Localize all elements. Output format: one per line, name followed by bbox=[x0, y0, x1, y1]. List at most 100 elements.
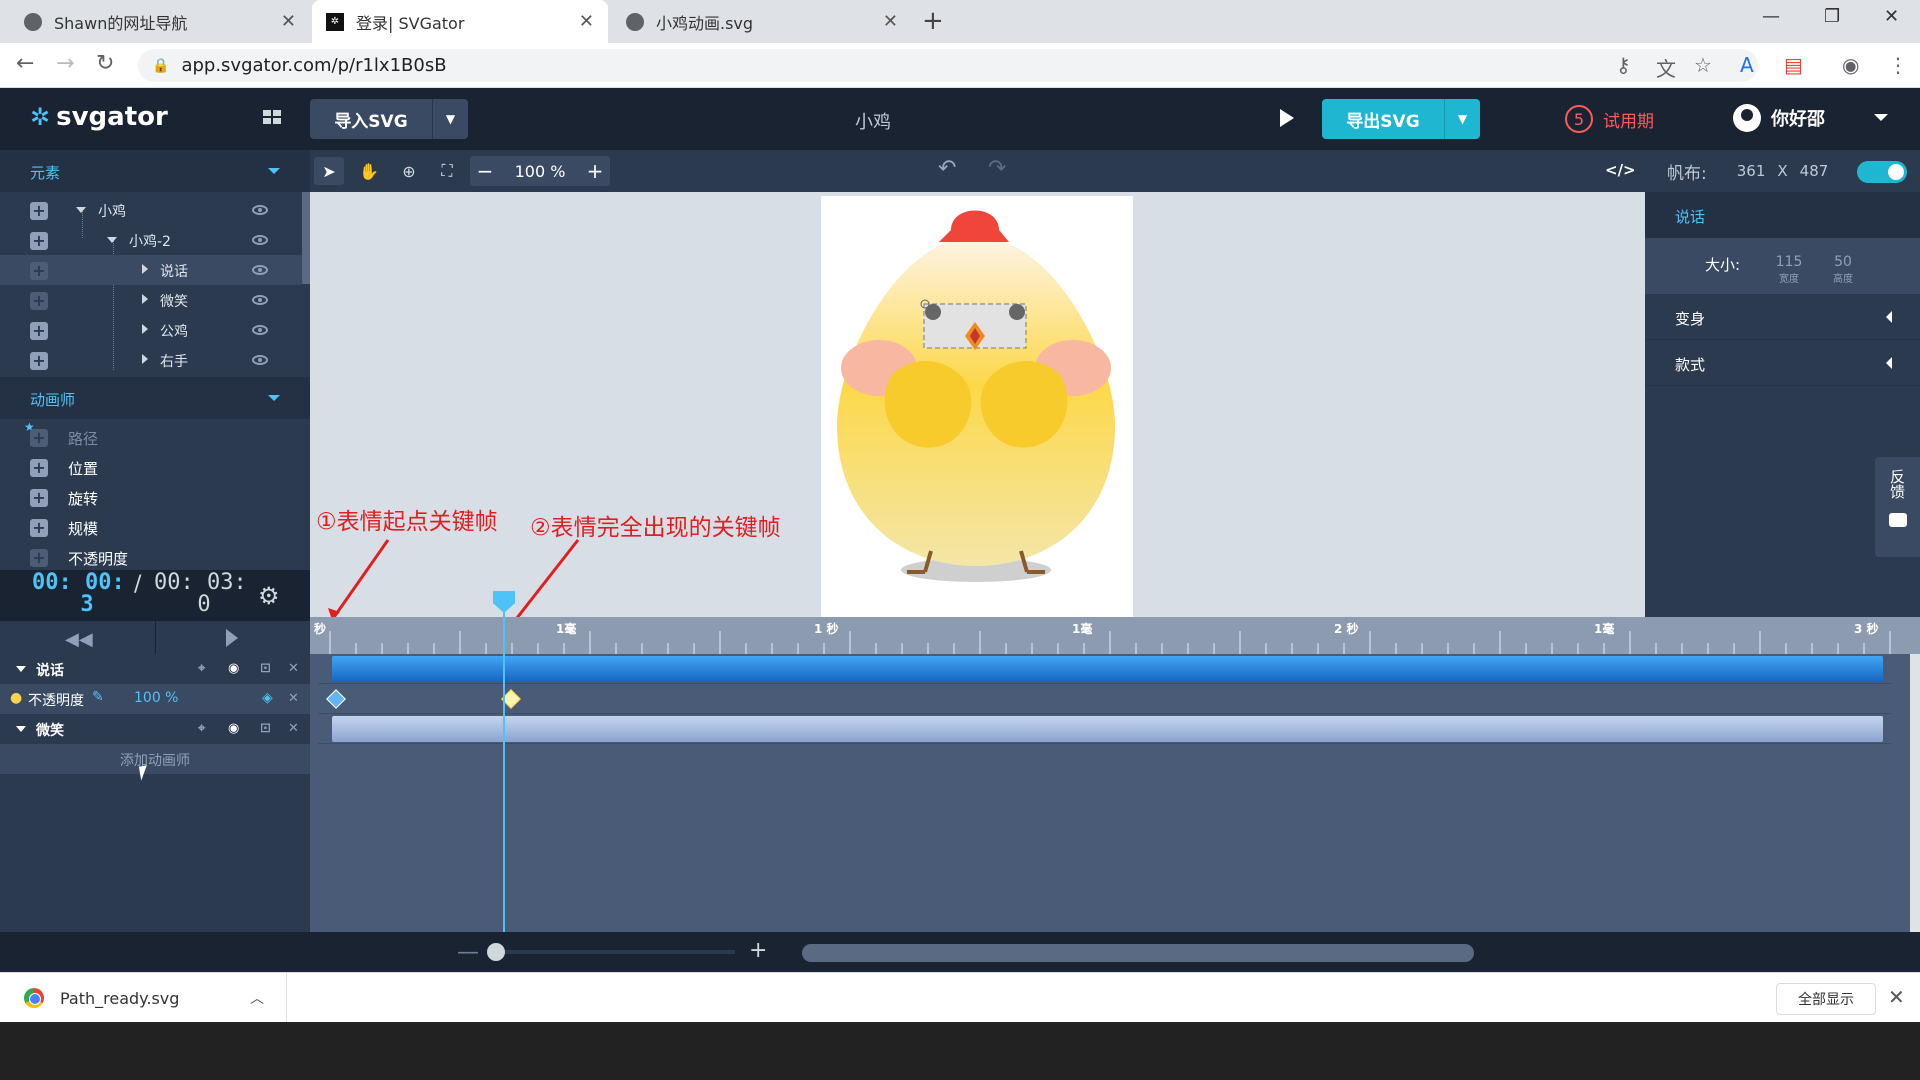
project-title[interactable]: 小鸡 bbox=[855, 108, 891, 134]
animator-opacity[interactable]: + 不透明度 bbox=[0, 542, 310, 572]
reload-icon[interactable]: ↻ bbox=[96, 51, 114, 76]
export-svg-button[interactable]: 导出SVG ▼ bbox=[1322, 99, 1480, 139]
browser-tab-svgator[interactable]: ✲ 登录| SVGator ✕ bbox=[312, 0, 608, 43]
chevron-up-icon[interactable]: ︿ bbox=[250, 988, 264, 1008]
add-animator-button[interactable]: 添加动画师 bbox=[0, 744, 310, 774]
timeline-vertical-scrollbar[interactable] bbox=[1910, 654, 1920, 932]
lock-icon[interactable]: ⊡ bbox=[260, 721, 271, 736]
zoom-out-button[interactable]: − bbox=[470, 159, 500, 183]
timeline-zoom-out-icon[interactable]: — bbox=[457, 940, 479, 965]
add-icon[interactable]: + bbox=[30, 489, 48, 507]
timeline-opacity-row[interactable]: ● 不透明度 ✎ 100 % ◈ ✕ bbox=[0, 684, 310, 714]
gear-icon[interactable]: ⚙ bbox=[258, 582, 280, 610]
canvas-area[interactable]: ①表情起点关键帧 ②表情完全出现的关键帧 bbox=[310, 192, 1645, 632]
add-icon[interactable]: + bbox=[30, 232, 48, 250]
zoom-tool-icon[interactable]: ⊕ bbox=[394, 157, 424, 185]
right-wing[interactable] bbox=[980, 361, 1068, 448]
eye-icon[interactable]: ◉ bbox=[228, 721, 239, 736]
transform-section[interactable]: 变身 bbox=[1645, 294, 1920, 340]
redo-icon[interactable]: ↷ bbox=[988, 156, 1006, 181]
eye-icon[interactable] bbox=[252, 295, 268, 305]
caret-right-icon[interactable] bbox=[142, 324, 148, 334]
caret-right-icon[interactable] bbox=[142, 294, 148, 304]
browser-tab-navigation[interactable]: Shawn的网址导航 ✕ bbox=[10, 0, 310, 43]
profile-icon[interactable]: ◉ bbox=[1842, 53, 1859, 77]
hand-tool-icon[interactable]: ✋ bbox=[354, 157, 384, 185]
playhead-line[interactable] bbox=[503, 591, 505, 932]
chevron-left-icon[interactable] bbox=[1886, 357, 1892, 369]
chevron-down-icon[interactable] bbox=[1874, 114, 1888, 121]
back-icon[interactable]: ← bbox=[16, 51, 34, 76]
track-bar[interactable] bbox=[332, 716, 1883, 742]
menu-icon[interactable]: ⋮ bbox=[1888, 53, 1908, 77]
select-tool-icon[interactable]: ➤ bbox=[314, 157, 344, 185]
timeline-zoom-in-icon[interactable]: + bbox=[749, 938, 767, 963]
canvas-height[interactable]: 487 bbox=[1800, 162, 1829, 180]
add-icon[interactable]: + bbox=[30, 519, 48, 537]
fit-screen-icon[interactable]: ⛶ bbox=[432, 157, 462, 185]
element-row-weixiao[interactable]: + 微笑 bbox=[0, 285, 302, 315]
timeline-layer-weixiao[interactable]: 微笑 ⌖ ◉ ⊡ ✕ bbox=[0, 714, 310, 744]
element-row-xiaoji[interactable]: + 小鸡 bbox=[0, 195, 302, 225]
animator-path[interactable]: + 路径 bbox=[0, 422, 310, 452]
eye-icon[interactable] bbox=[252, 325, 268, 335]
style-section[interactable]: 款式 bbox=[1645, 340, 1920, 386]
download-item[interactable]: Path_ready.svg ︿ bbox=[0, 973, 287, 1023]
maximize-icon[interactable]: ❐ bbox=[1824, 6, 1840, 27]
svgator-logo[interactable]: ✲ svgator bbox=[30, 102, 168, 132]
size-width-field[interactable]: 115 宽度 bbox=[1769, 254, 1809, 285]
chick-body[interactable] bbox=[837, 236, 1115, 566]
timeline-horizontal-scrollbar[interactable] bbox=[802, 944, 1474, 962]
close-icon[interactable]: ✕ bbox=[1888, 985, 1905, 1009]
translate-icon[interactable]: 文 bbox=[1656, 53, 1676, 82]
caret-down-icon[interactable] bbox=[107, 237, 117, 243]
dashboard-grid-icon[interactable] bbox=[263, 110, 281, 124]
caret-right-icon[interactable] bbox=[142, 354, 148, 364]
user-menu[interactable]: 你好邵 bbox=[1733, 104, 1825, 132]
chevron-down-icon[interactable]: ▼ bbox=[1444, 99, 1480, 139]
current-time[interactable]: 00: 00: 3 bbox=[32, 572, 142, 616]
elements-section-header[interactable]: 元素 bbox=[0, 150, 310, 192]
target-icon[interactable]: ⌖ bbox=[198, 721, 205, 736]
new-tab-icon[interactable]: + bbox=[922, 6, 944, 36]
feedback-button[interactable]: 反馈 bbox=[1875, 457, 1920, 557]
timeline-tracks[interactable] bbox=[310, 654, 1910, 932]
add-icon[interactable]: + bbox=[30, 292, 48, 310]
caret-down-icon[interactable] bbox=[16, 666, 26, 672]
chevron-down-icon[interactable] bbox=[268, 168, 280, 174]
element-row-youshou[interactable]: + 右手 bbox=[0, 345, 302, 375]
add-keyframe-icon[interactable]: ◈ bbox=[262, 690, 273, 706]
canvas-toggle[interactable] bbox=[1857, 161, 1907, 183]
opacity-value[interactable]: 100 % bbox=[134, 690, 178, 706]
close-icon[interactable]: ✕ bbox=[579, 11, 594, 32]
artboard[interactable] bbox=[821, 196, 1133, 617]
close-icon[interactable]: ✕ bbox=[288, 721, 299, 736]
total-time[interactable]: 00: 03: 0 bbox=[154, 572, 254, 616]
rewind-icon[interactable]: ◀◀ bbox=[65, 629, 93, 650]
play-icon[interactable] bbox=[226, 629, 238, 647]
lock-icon[interactable]: ⊡ bbox=[260, 661, 271, 676]
chick-illustration[interactable] bbox=[821, 196, 1133, 617]
track-bar[interactable] bbox=[332, 656, 1883, 682]
extension-pdf-icon[interactable]: ▤ bbox=[1784, 53, 1803, 77]
pencil-icon[interactable]: ✎ bbox=[92, 689, 104, 705]
element-row-xiaoji-2[interactable]: + 小鸡-2 bbox=[0, 225, 302, 255]
trial-badge[interactable]: 5 试用期 bbox=[1565, 105, 1654, 133]
eye-icon[interactable] bbox=[252, 205, 268, 215]
import-svg-button[interactable]: 导入SVG ▼ bbox=[310, 99, 468, 139]
element-row-shuohua[interactable]: + 说话 bbox=[0, 255, 302, 285]
show-all-button[interactable]: 全部显示 bbox=[1776, 983, 1876, 1015]
close-icon[interactable]: ✕ bbox=[288, 661, 299, 676]
add-icon[interactable]: + bbox=[30, 429, 48, 447]
caret-right-icon[interactable] bbox=[142, 264, 148, 274]
eye-icon[interactable] bbox=[252, 265, 268, 275]
size-height-field[interactable]: 50 高度 bbox=[1823, 254, 1863, 285]
add-icon[interactable]: + bbox=[30, 352, 48, 370]
zoom-value[interactable]: 100 % bbox=[500, 162, 580, 181]
animators-section-header[interactable]: 动画师 bbox=[0, 377, 310, 419]
add-icon[interactable]: + bbox=[30, 459, 48, 477]
add-icon[interactable]: + bbox=[30, 202, 48, 220]
add-icon[interactable]: + bbox=[30, 262, 48, 280]
left-wing[interactable] bbox=[884, 361, 972, 448]
key-icon[interactable]: ⚷ bbox=[1616, 53, 1631, 77]
